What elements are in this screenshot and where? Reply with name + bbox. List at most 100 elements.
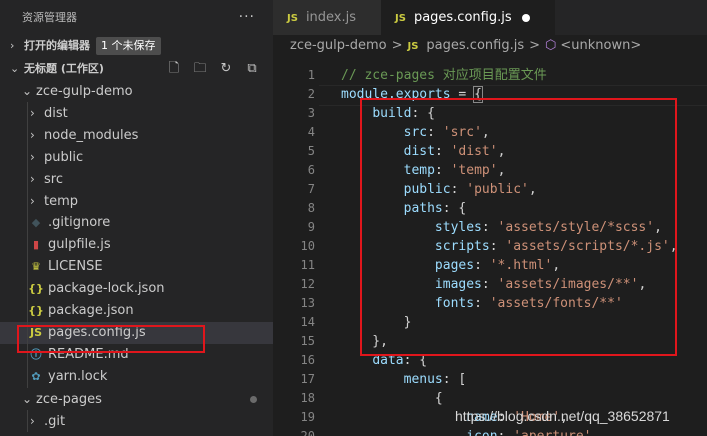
unsaved-dot-icon[interactable] [521, 13, 530, 22]
tree-item-label: public [44, 150, 84, 165]
tree-item-label: README.md [48, 347, 129, 362]
unsaved-badge: 1 个未保存 [96, 37, 161, 55]
indent-guide [27, 344, 28, 366]
open-editors-label: 打开的编辑器 [24, 39, 90, 52]
breadcrumb-separator: > [529, 38, 540, 53]
line-number: 19 [300, 410, 315, 424]
code-text: fonts: 'assets/fonts/**' [434, 296, 623, 311]
workspace-section[interactable]: ⌄ 无标题 (工作区) 🗋 🗀 ↻ ⧉ [0, 58, 273, 80]
new-file-icon[interactable]: 🗋 [161, 58, 187, 80]
line-number: 12 [300, 277, 315, 291]
tree-item-label: node_modules [44, 128, 139, 143]
tree-item-label: .gitignore [48, 215, 111, 230]
line-number: 18 [300, 391, 315, 405]
code-text: { [341, 391, 443, 406]
tree-item[interactable]: ⌄ zce-gulp-demo [0, 80, 273, 102]
line-number: 13 [300, 296, 315, 310]
md-file-icon: ⓘ [30, 348, 42, 361]
tree-item-label: src [44, 172, 63, 187]
license-file-icon: ♛ [31, 260, 41, 273]
tree-item-label: package-lock.json [48, 281, 165, 296]
code-text: scripts: 'assets/scripts/*.js', [434, 239, 678, 254]
tree-item[interactable]: {} package.json [0, 300, 273, 322]
tree-item[interactable]: › dist [0, 102, 273, 124]
line-number: 1 [307, 68, 315, 82]
tree-item[interactable]: › public [0, 146, 273, 168]
code-editor[interactable]: 1 // zce-pages 对应项目配置文件 2 module.exports = … [273, 66, 707, 436]
code-text: src: 'src', [403, 125, 490, 140]
tree-item[interactable]: ⓘ README.md [0, 344, 273, 366]
tree-item-label: gulpfile.js [48, 237, 111, 252]
tree-item-label: pages.config.js [48, 325, 146, 340]
breadcrumb-file[interactable]: pages.config.js [426, 38, 524, 53]
code-text: pages: '*.html', [434, 258, 561, 273]
tree-item[interactable]: › temp [0, 190, 273, 212]
tab-bar: JS index.js JS pages.config.js [273, 0, 707, 35]
indent-guide [27, 190, 28, 212]
code-line: 18 { [273, 389, 707, 408]
tree-item-label: zce-gulp-demo [36, 84, 133, 99]
breadcrumb-separator: > [391, 38, 403, 53]
indent-guide [27, 168, 28, 190]
breadcrumb-symbol[interactable]: <unknown> [560, 38, 641, 53]
js-file-icon: JS [29, 326, 42, 339]
line-number: 17 [300, 372, 315, 386]
chevron-right-icon: › [30, 194, 35, 208]
chevron-right-icon: › [30, 106, 35, 120]
indent-guide [27, 278, 28, 300]
code-line: 20 icon: 'aperture', [273, 427, 707, 436]
tree-item[interactable]: ▮ gulpfile.js [0, 234, 273, 256]
chevron-down-icon: ⌄ [22, 392, 33, 406]
tree-item[interactable]: JS pages.config.js [0, 322, 273, 344]
refresh-icon[interactable]: ↻ [213, 58, 239, 80]
code-line: 15 }, [273, 332, 707, 351]
indent-guide [27, 234, 28, 256]
line-number: 14 [300, 315, 315, 329]
tree-item[interactable]: ♛ LICENSE [0, 256, 273, 278]
line-number: 9 [307, 220, 315, 234]
code-line: 4 src: 'src', [273, 123, 707, 142]
code-text: data: { [372, 353, 428, 368]
code-line: 13 fonts: 'assets/fonts/**' [273, 294, 707, 313]
workspace-label: 无标题 (工作区) [24, 62, 104, 75]
code-line: 16 data: { [273, 351, 707, 370]
tree-item[interactable]: ◆ .gitignore [0, 212, 273, 234]
code-text: styles: 'assets/style/*scss', [434, 220, 662, 235]
file-tree: ⌄ zce-gulp-demo › dist › node_modules › public ›… [0, 80, 273, 432]
code-line: 3 build: { [273, 104, 707, 123]
tree-item[interactable]: ⌄ zce-pages [0, 388, 273, 410]
code-line: 6 temp: 'temp', [273, 161, 707, 180]
code-text: } [341, 315, 412, 330]
tree-item[interactable]: › .git [0, 410, 273, 432]
line-number: 4 [307, 125, 315, 139]
line-number: 10 [300, 239, 315, 253]
collapse-all-icon[interactable]: ⧉ [239, 58, 265, 80]
tree-item-label: temp [44, 194, 79, 209]
code-text: build: { [372, 106, 435, 121]
tree-item[interactable]: {} package-lock.json [0, 278, 273, 300]
open-editors-section[interactable]: › 打开的编辑器 1 个未保存 [0, 35, 273, 57]
breadcrumb-root[interactable]: zce-gulp-demo [290, 38, 387, 53]
code-text: }, [341, 334, 388, 349]
new-folder-icon[interactable]: 🗀 [187, 58, 213, 80]
tab-pages-config-js[interactable]: JS pages.config.js [381, 0, 555, 35]
explorer-title: 资源管理器 ··· [0, 0, 273, 35]
code-text: paths: { [403, 201, 467, 216]
explorer-title-label: 资源管理器 [22, 11, 77, 24]
code-line: 8 paths: { [273, 199, 707, 218]
tree-item[interactable]: › node_modules [0, 124, 273, 146]
line-number: 6 [307, 163, 315, 177]
tab-index-js[interactable]: JS index.js [273, 0, 393, 35]
explorer-sidebar: 资源管理器 ··· › 打开的编辑器 1 个未保存 ⌄ 无标题 (工作区) 🗋 🗀 ↻ ⧉ … [0, 0, 273, 436]
code-text: public: 'public', [403, 182, 537, 197]
breadcrumb: zce-gulp-demo > JS pages.config.js > ⬡ <unknow… [273, 35, 707, 57]
code-text: temp: 'temp', [403, 163, 506, 178]
json-file-icon: {} [28, 282, 44, 295]
code-line: 17 menus: [ [273, 370, 707, 389]
js-file-icon: JS [395, 13, 406, 24]
more-actions-icon[interactable]: ··· [239, 0, 255, 35]
code-line: 1 // zce-pages 对应项目配置文件 [273, 66, 707, 85]
tree-item[interactable]: ✿ yarn.lock [0, 366, 273, 388]
line-number: 11 [300, 258, 315, 272]
tree-item[interactable]: › src [0, 168, 273, 190]
